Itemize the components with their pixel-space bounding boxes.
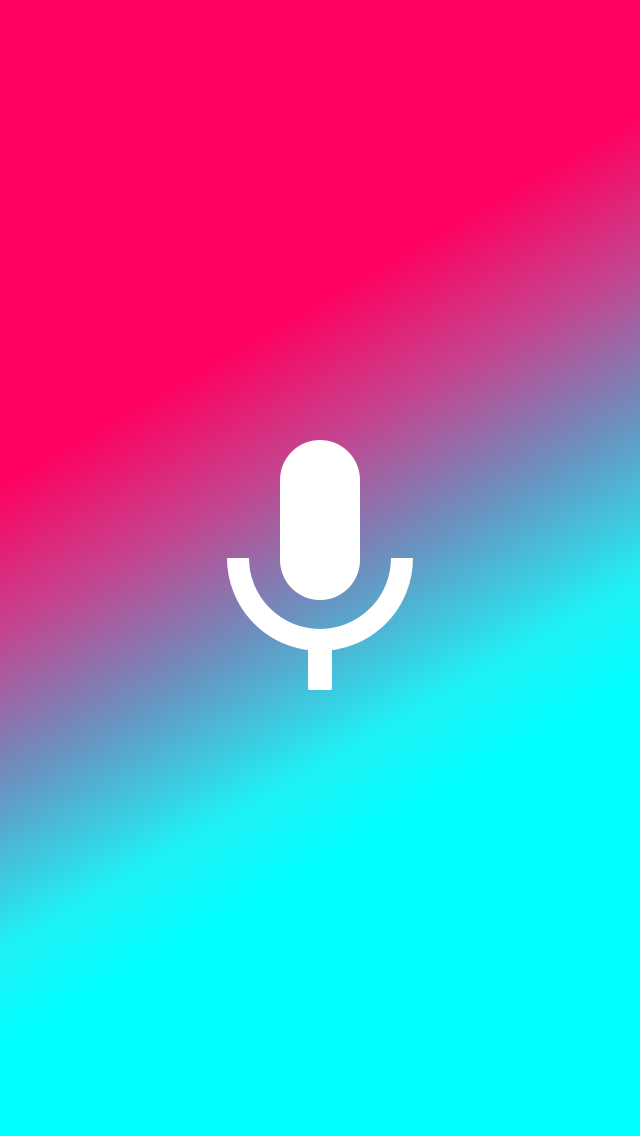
microphone-icon	[227, 440, 413, 690]
microphone-button[interactable]	[222, 436, 418, 696]
voice-input-screen	[0, 0, 640, 1136]
